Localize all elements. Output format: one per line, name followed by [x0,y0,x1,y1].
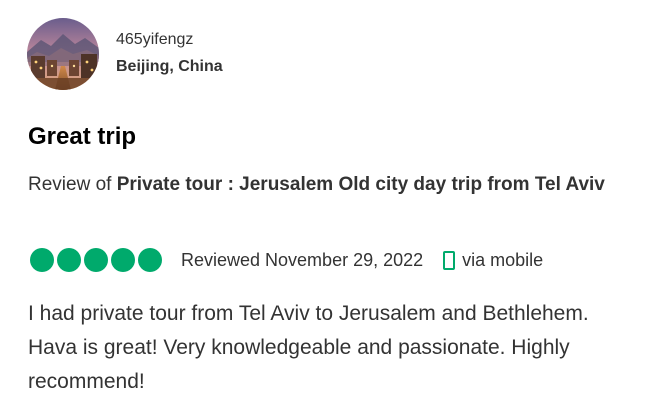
review-card: 465yifengz Beijing, China Great trip Rev… [0,0,653,413]
rating-bubble-icon [57,248,81,272]
reviewed-date: Reviewed November 29, 2022 [181,249,424,270]
rating-bubbles [30,248,162,272]
review-of-prefix: Review of [28,174,117,195]
rating-bubble-icon [84,248,108,272]
reviewer-location: Beijing, China [116,58,223,75]
rating-row: Reviewed November 29, 2022 via mobile [30,246,543,274]
rating-bubble-icon [30,248,54,272]
avatar-photo [27,18,99,90]
tour-name-link[interactable]: Private tour : Jerusalem Old city day tr… [117,174,605,195]
rating-bubble-icon [111,248,135,272]
rating-bubble-icon [138,248,162,272]
via-mobile-label: via mobile [462,249,544,270]
review-title[interactable]: Great trip [28,123,136,151]
review-body: I had private tour from Tel Aviv to Jeru… [28,302,589,393]
review-of-line: Review of Private tour : Jerusalem Old c… [28,170,638,199]
via-mobile-badge: via mobile [443,250,543,271]
reviewer-username[interactable]: 465yifengz [116,31,193,49]
mobile-phone-icon [443,250,456,270]
avatar[interactable] [27,18,99,90]
